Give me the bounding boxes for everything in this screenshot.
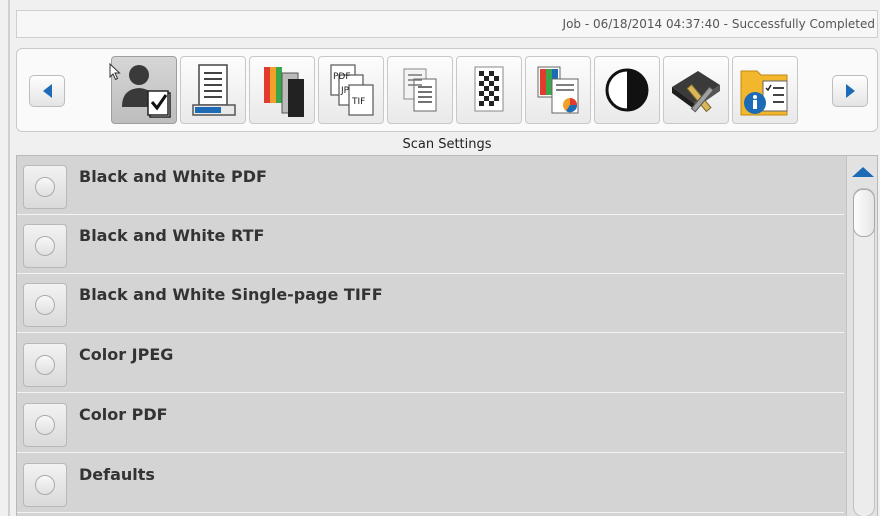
select-radio-button[interactable] (23, 224, 67, 268)
folder-info-icon (740, 70, 788, 116)
status-message: Job - 06/18/2014 04:37:40 - Successfully… (562, 17, 875, 31)
file-formats-icon: PDF JP TIF (330, 64, 374, 116)
section-title: Scan Settings (402, 137, 492, 152)
scroll-right-button[interactable] (832, 75, 868, 107)
radio-circle-icon (35, 236, 55, 256)
color-documents-icon (264, 67, 304, 117)
arrow-up-icon (852, 167, 874, 177)
contrast-icon (605, 68, 649, 112)
select-radio-button[interactable] (23, 343, 67, 387)
multi-page-icon (403, 68, 437, 112)
select-radio-button[interactable] (23, 463, 67, 507)
list-item[interactable]: Black and White RTF (17, 215, 844, 274)
scroll-up-button[interactable] (849, 158, 877, 186)
job-info-button[interactable] (732, 56, 798, 124)
scanner-document-icon (192, 64, 236, 116)
radio-circle-icon (35, 355, 55, 375)
arrow-left-icon (42, 84, 52, 98)
list-item[interactable]: Color JPEG (17, 334, 844, 393)
jpg-format-label: JP (340, 86, 350, 96)
list-scrollbar[interactable] (846, 156, 877, 516)
multi-page-button[interactable] (387, 56, 453, 124)
color-adjust-button[interactable] (525, 56, 591, 124)
setting-label: Color PDF (79, 405, 168, 424)
settings-toolbar: PDF JP TIF (16, 48, 878, 132)
tif-format-label: TIF (351, 97, 365, 107)
mouse-cursor-icon (109, 63, 121, 81)
setting-label: Defaults (79, 465, 155, 484)
device-settings-button[interactable] (663, 56, 729, 124)
setting-label: Color JPEG (79, 345, 174, 364)
status-bar: Job - 06/18/2014 04:37:40 - Successfully… (16, 10, 878, 38)
select-radio-button[interactable] (23, 165, 67, 209)
scroll-left-button[interactable] (29, 75, 65, 107)
radio-circle-icon (35, 177, 55, 197)
scan-document-button[interactable] (180, 56, 246, 124)
radio-circle-icon (35, 295, 55, 315)
select-radio-button[interactable] (23, 403, 67, 447)
radio-circle-icon (35, 475, 55, 495)
list-item[interactable]: Black and White Single-page TIFF (17, 274, 844, 333)
scan-settings-list: Black and White PDF Black and White RTF … (16, 155, 878, 516)
setting-label: Black and White Single-page TIFF (79, 285, 383, 304)
select-radio-button[interactable] (23, 283, 67, 327)
resolution-button[interactable] (456, 56, 522, 124)
scroll-thumb[interactable] (853, 189, 875, 237)
user-profile-icon (122, 65, 171, 118)
arrow-right-icon (845, 84, 855, 98)
pixel-grid-icon (474, 66, 504, 112)
window-left-edge (8, 0, 10, 516)
radio-circle-icon (35, 415, 55, 435)
file-format-button[interactable]: PDF JP TIF (318, 56, 384, 124)
color-chart-icon (537, 66, 579, 114)
list-item[interactable]: Color PDF (17, 394, 844, 453)
scroll-track[interactable] (853, 188, 875, 516)
list-item[interactable]: Black and White PDF (17, 156, 844, 215)
list-item[interactable]: Defaults (17, 454, 844, 513)
contrast-button[interactable] (594, 56, 660, 124)
pdf-format-label: PDF (333, 72, 351, 82)
setting-label: Black and White PDF (79, 167, 267, 186)
color-mode-button[interactable] (249, 56, 315, 124)
setting-label: Black and White RTF (79, 226, 265, 245)
scanner-tools-icon (672, 71, 720, 113)
